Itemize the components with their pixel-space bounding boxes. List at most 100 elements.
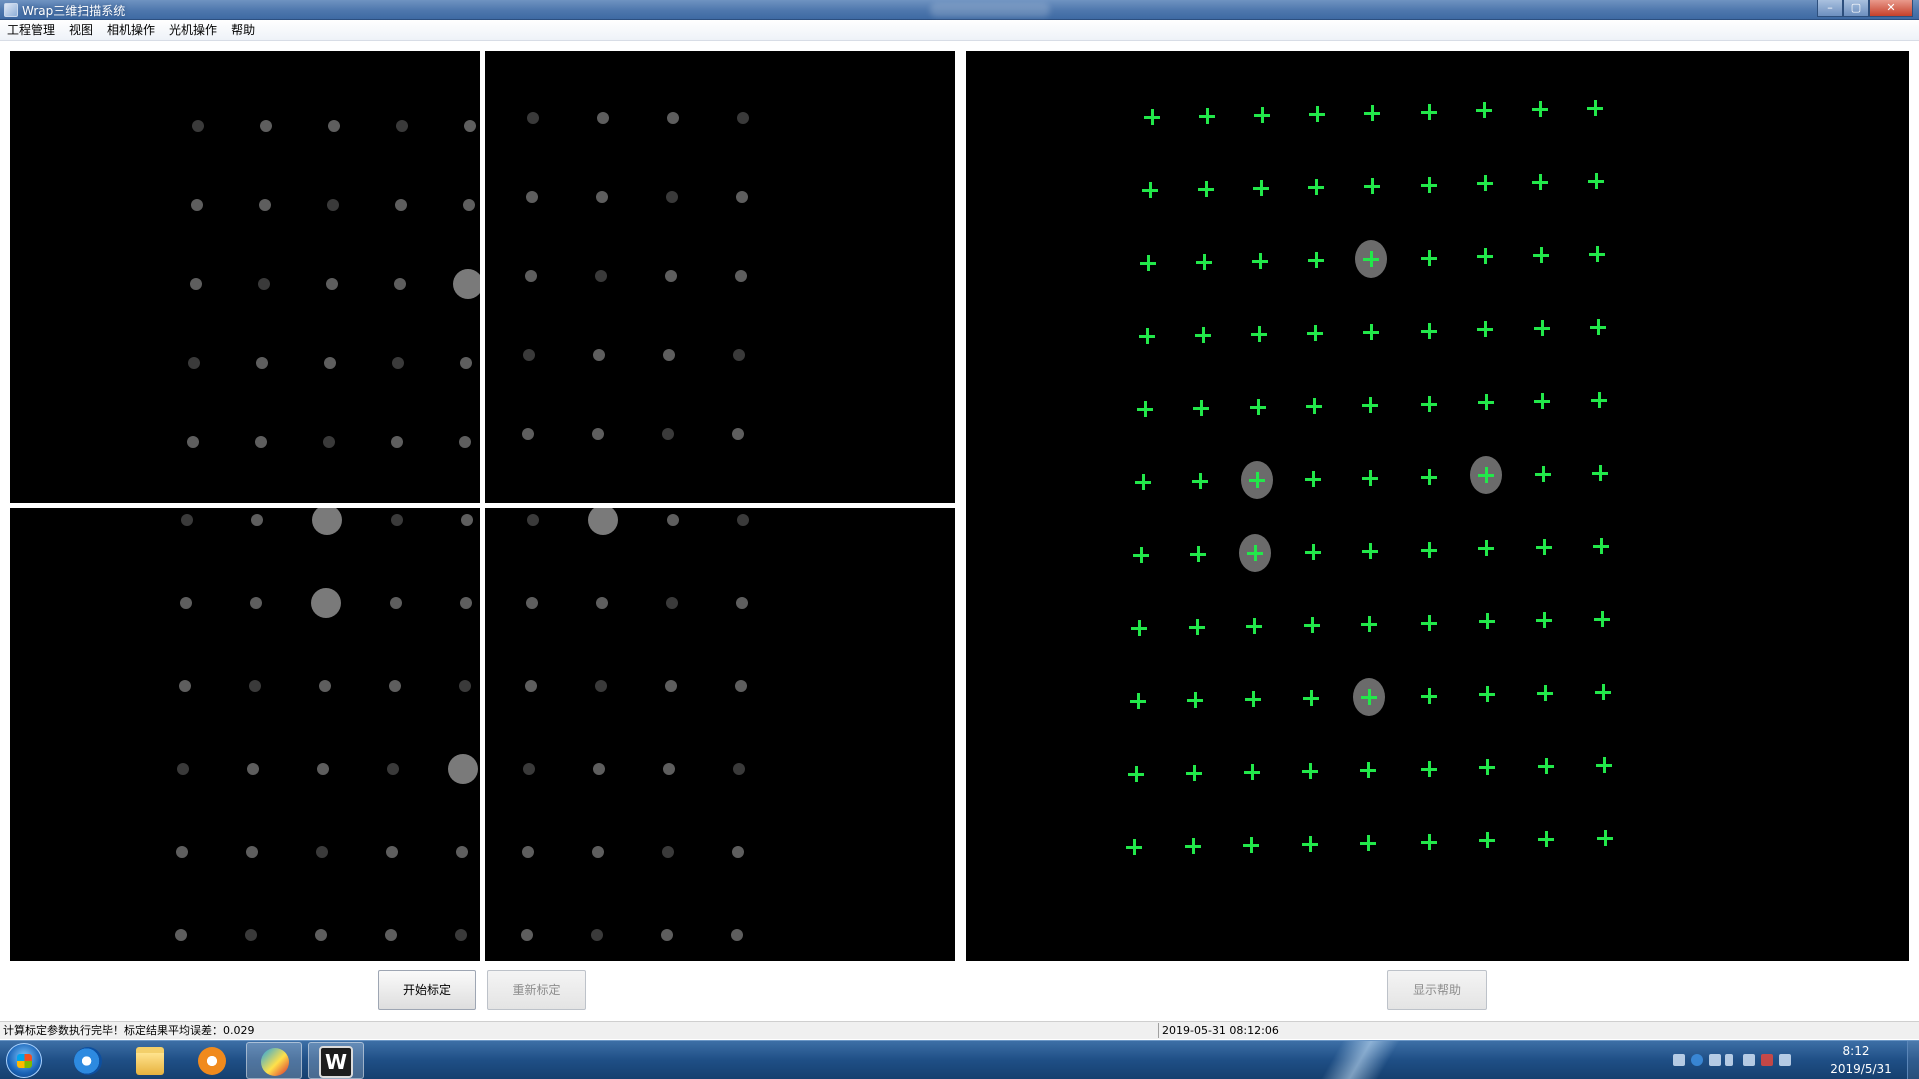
detected-point-cross bbox=[1363, 177, 1380, 194]
calibration-dot bbox=[663, 763, 676, 775]
show-help-button[interactable]: 显示帮助 bbox=[1387, 970, 1487, 1010]
detected-point-cross bbox=[1476, 175, 1493, 192]
title-bar[interactable]: Wrap三维扫描系统 – ▢ ✕ bbox=[0, 0, 1919, 20]
detected-point-cross bbox=[1420, 687, 1437, 704]
detected-point-cross bbox=[1361, 542, 1378, 559]
detected-point-cross bbox=[1191, 472, 1208, 489]
detected-point-cross bbox=[1306, 397, 1322, 414]
help-icon[interactable] bbox=[1691, 1054, 1703, 1066]
media-player-icon bbox=[198, 1047, 226, 1075]
detected-point-cross bbox=[1538, 831, 1555, 848]
folder-icon bbox=[136, 1047, 164, 1075]
show-hidden-icons-icon[interactable] bbox=[1725, 1054, 1733, 1066]
calibration-dot bbox=[179, 597, 192, 609]
detected-point-cross bbox=[1420, 541, 1437, 558]
detected-point-cross bbox=[1140, 255, 1157, 271]
calibration-dot bbox=[523, 349, 536, 361]
calibration-dot bbox=[459, 597, 472, 609]
network-status-icon[interactable] bbox=[1761, 1054, 1773, 1066]
calibration-dot bbox=[588, 508, 618, 535]
taskbar-wrap[interactable]: W bbox=[308, 1042, 364, 1079]
clock-date[interactable]: 2019/5/31 bbox=[1821, 1062, 1901, 1076]
clock-time[interactable]: 8:12 bbox=[1821, 1044, 1891, 1058]
detected-point-cross bbox=[1129, 693, 1146, 709]
start-calibration-button[interactable]: 开始标定 bbox=[378, 970, 476, 1010]
taskbar-streak bbox=[1300, 1041, 1420, 1079]
calibration-dot bbox=[455, 929, 467, 941]
app-icon bbox=[261, 1048, 289, 1076]
calibration-dot bbox=[597, 112, 609, 124]
detected-point-cross bbox=[1360, 761, 1377, 778]
calibration-dot bbox=[527, 514, 539, 526]
calibration-dot bbox=[525, 597, 538, 609]
calibration-dot bbox=[324, 357, 337, 369]
taskbar-app4[interactable] bbox=[246, 1042, 302, 1079]
detected-point-cross bbox=[1193, 399, 1210, 416]
show-desktop-button[interactable] bbox=[1907, 1041, 1919, 1079]
menu-help[interactable]: 帮助 bbox=[224, 20, 262, 41]
detected-point-cross bbox=[1190, 545, 1207, 562]
calibration-dot bbox=[391, 436, 404, 448]
calibration-dot bbox=[393, 278, 406, 290]
detected-point-cross bbox=[1245, 690, 1262, 707]
detected-point-cross bbox=[1305, 470, 1322, 487]
detected-point-cross bbox=[1597, 830, 1614, 847]
maximize-button[interactable]: ▢ bbox=[1843, 0, 1869, 17]
minimize-button[interactable]: – bbox=[1817, 0, 1843, 17]
calibration-dot bbox=[662, 428, 675, 440]
detected-point-cross bbox=[1590, 319, 1607, 336]
calibration-dot bbox=[737, 514, 749, 526]
calibration-dot bbox=[323, 436, 336, 448]
detected-point-cross bbox=[1593, 538, 1610, 555]
calibration-dot bbox=[665, 597, 678, 609]
detected-point-cross bbox=[1592, 465, 1609, 482]
calibration-dot bbox=[667, 514, 679, 526]
detected-point-cross bbox=[1362, 396, 1379, 413]
calibration-dot bbox=[667, 112, 679, 124]
recalibrate-button[interactable]: 重新标定 bbox=[487, 970, 586, 1010]
calibration-dot bbox=[175, 929, 187, 941]
menu-projector[interactable]: 光机操作 bbox=[162, 20, 224, 41]
status-message: 计算标定参数执行完毕！标定结果平均误差：0.029 bbox=[3, 1024, 255, 1037]
calibration-dot bbox=[328, 120, 340, 132]
detected-point-cross bbox=[1142, 182, 1159, 198]
calibration-dot bbox=[325, 278, 338, 290]
internet-explorer-icon bbox=[74, 1047, 102, 1075]
detected-point-cross bbox=[1478, 686, 1495, 703]
detected-point-cross bbox=[1246, 617, 1263, 634]
calibration-dot bbox=[256, 357, 269, 369]
detected-point-cross bbox=[1188, 618, 1205, 635]
taskbar-media[interactable] bbox=[184, 1042, 240, 1079]
calibration-dot bbox=[260, 120, 272, 132]
taskbar-ie[interactable] bbox=[60, 1042, 116, 1079]
action-center-flag-icon[interactable] bbox=[1743, 1054, 1755, 1066]
volume-icon[interactable] bbox=[1779, 1054, 1791, 1066]
keyboard-icon[interactable] bbox=[1673, 1054, 1685, 1066]
camera-view-bottom-left bbox=[10, 508, 480, 961]
calibration-dot bbox=[593, 763, 606, 775]
detected-point-cross bbox=[1420, 760, 1437, 777]
network-icon[interactable] bbox=[1709, 1054, 1721, 1066]
calibration-dot bbox=[527, 112, 539, 124]
calibration-dot bbox=[387, 763, 400, 775]
menu-view[interactable]: 视图 bbox=[62, 20, 100, 41]
calibration-dot bbox=[459, 436, 472, 448]
menu-camera[interactable]: 相机操作 bbox=[100, 20, 162, 41]
calibration-dot bbox=[312, 508, 342, 535]
calibration-dot bbox=[591, 929, 603, 941]
calibration-dot bbox=[326, 199, 339, 211]
calibration-dot bbox=[524, 680, 537, 692]
taskbar-explorer[interactable] bbox=[122, 1042, 178, 1079]
detected-point-cross bbox=[1537, 758, 1554, 775]
detected-point-cross bbox=[1537, 685, 1553, 702]
detected-point-cross bbox=[1420, 468, 1437, 485]
calibration-dot bbox=[460, 357, 473, 369]
calibration-dot bbox=[316, 846, 329, 858]
close-button[interactable]: ✕ bbox=[1869, 0, 1913, 17]
calibration-dot bbox=[257, 278, 270, 290]
calibration-dot bbox=[663, 349, 676, 361]
detected-point-cross bbox=[1476, 102, 1493, 119]
menu-project[interactable]: 工程管理 bbox=[0, 20, 62, 41]
calibration-dot bbox=[661, 929, 673, 941]
start-button[interactable] bbox=[6, 1043, 42, 1078]
